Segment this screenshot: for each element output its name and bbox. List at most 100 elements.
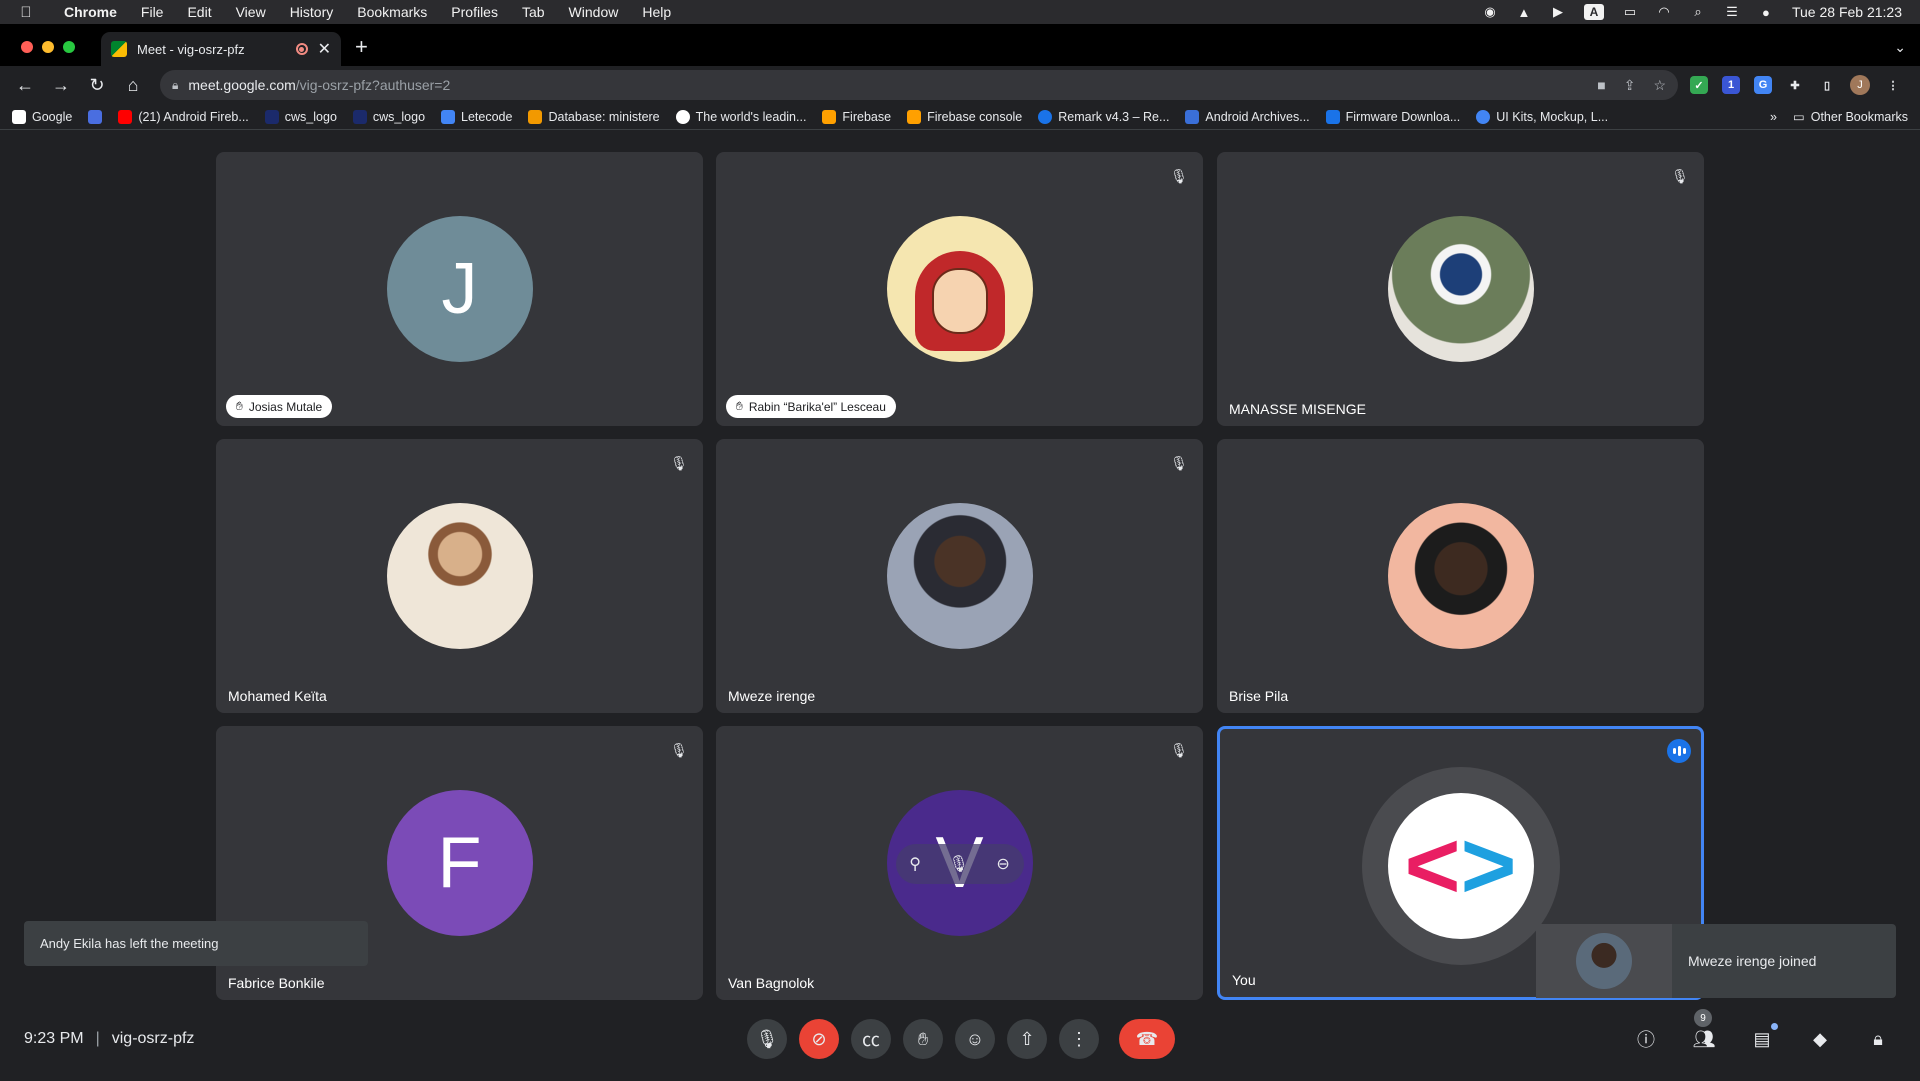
mic-off-icon: 🎙︎ <box>1170 454 1188 471</box>
menu-clock[interactable]: Tue 28 Feb 21:23 <box>1792 4 1902 20</box>
bookmark-item[interactable]: The world's leadin... <box>675 109 806 124</box>
menu-window[interactable]: Window <box>557 4 631 20</box>
back-button[interactable]: ← <box>10 70 40 100</box>
play-icon[interactable]: ▶ <box>1550 4 1566 19</box>
spotlight-search-icon[interactable]: ⌕ <box>1690 4 1706 19</box>
side-panel-tools: ⓘ 9 👥︎ ▤ ◆ 🔒︎ <box>1634 1009 1890 1051</box>
participant-avatar <box>1387 216 1534 362</box>
chrome-menu-icon[interactable]: ⋮ <box>1884 76 1902 94</box>
more-options-button[interactable]: ⋮ <box>1059 1019 1099 1059</box>
bookmark-item[interactable]: cws_logo <box>264 109 337 124</box>
browser-tab-meet[interactable]: Meet - vig-osrz-pfz ✕ <box>101 32 341 66</box>
camera-permission-icon[interactable]: ■ <box>1597 77 1605 94</box>
participant-tile[interactable]: 🎙︎ MANASSE MISENGE <box>1217 152 1704 426</box>
menu-history[interactable]: History <box>278 4 346 20</box>
address-bar[interactable]: 🔒︎ meet.google.com/vig-osrz-pfz?authuser… <box>160 70 1678 100</box>
forward-button[interactable]: → <box>46 70 76 100</box>
bookmark-item[interactable]: Database: ministere <box>528 109 660 124</box>
leave-call-button[interactable]: ☎︎ <box>1119 1019 1175 1059</box>
input-source-icon[interactable]: A <box>1583 4 1604 20</box>
android-archives-icon <box>1185 109 1200 124</box>
chat-button[interactable]: ▤ <box>1750 1023 1778 1051</box>
bookmark-item[interactable]: Firebase <box>822 109 891 124</box>
raise-hand-button[interactable]: ✋︎ <box>903 1019 943 1059</box>
tile-hover-controls: ⚲ 🎙︎ ⊖ <box>895 844 1024 884</box>
shield-extension-icon[interactable]: ✓ <box>1690 76 1708 94</box>
vlc-icon[interactable]: ▲ <box>1516 5 1532 20</box>
other-bookmarks-folder[interactable]: ▭ Other Bookmarks <box>1793 109 1908 125</box>
call-controls: 🎙︎ ⊘ ㏄ ✋︎ ☺ ⇧ ⋮ ☎︎ <box>747 1019 1175 1059</box>
participant-tile[interactable]: 🎙︎ Mweze irenge <box>716 439 1203 713</box>
menu-view[interactable]: View <box>224 4 278 20</box>
zoom-window-button[interactable] <box>63 41 75 53</box>
control-center-icon[interactable]: ☰ <box>1724 4 1740 19</box>
minimize-window-button[interactable] <box>42 41 54 53</box>
raised-hand-icon: ✋︎ <box>736 399 743 413</box>
macos-menu-bar:  Chrome File Edit View History Bookmark… <box>0 0 1920 24</box>
apple-menu-icon[interactable]:  <box>0 4 52 21</box>
bookmark-item[interactable]: UI Kits, Mockup, L... <box>1476 109 1608 124</box>
host-controls-button[interactable]: 🔒︎ <box>1866 1027 1890 1051</box>
mic-off-icon: 🎙︎ <box>1170 167 1188 184</box>
recording-indicator-icon <box>295 43 308 55</box>
microphone-button[interactable]: 🎙︎ <box>747 1019 787 1059</box>
bookmark-item[interactable]: cws_logo <box>352 109 425 124</box>
pin-icon[interactable]: ⚲ <box>909 854 921 874</box>
bookmark-item[interactable]: Remark v4.3 – Re... <box>1038 109 1169 124</box>
people-count-badge: 9 <box>1694 1009 1712 1027</box>
present-screen-button[interactable]: ⇧ <box>1007 1019 1047 1059</box>
ui-kits-icon <box>1476 109 1491 124</box>
remove-participant-icon[interactable]: ⊖ <box>996 854 1009 874</box>
new-tab-button[interactable]: + <box>341 34 382 66</box>
share-icon[interactable]: ⇪ <box>1624 77 1636 94</box>
menu-bookmarks[interactable]: Bookmarks <box>345 4 439 20</box>
puzzle-extensions-icon[interactable]: ✚ <box>1786 76 1804 94</box>
bookmark-item[interactable] <box>88 109 103 124</box>
captions-button[interactable]: ㏄ <box>851 1019 891 1059</box>
siri-icon[interactable]: ● <box>1758 5 1774 20</box>
battery-icon[interactable]: ▭ <box>1622 4 1638 19</box>
record-status-icon[interactable]: ◉ <box>1482 4 1498 19</box>
activities-button[interactable]: ◆ <box>1808 1027 1832 1051</box>
menu-file[interactable]: File <box>129 4 176 20</box>
bookmark-item[interactable]: Letecode <box>441 109 512 124</box>
joined-toast: Mweze irenge joined <box>1536 924 1896 998</box>
camera-off-button[interactable]: ⊘ <box>799 1019 839 1059</box>
bookmark-star-icon[interactable]: ☆ <box>1653 77 1666 94</box>
bookmarks-overflow-button[interactable]: » <box>1770 110 1777 124</box>
bookmark-item[interactable]: (21) Android Fireb... <box>118 109 249 124</box>
extensions-area: ✓ 1 G ✚ ▯ J ⋮ <box>1690 75 1910 95</box>
bookmark-item[interactable]: Firebase console <box>907 109 1022 124</box>
translate-extension-icon[interactable]: G <box>1754 76 1772 94</box>
tab-close-icon[interactable]: ✕ <box>318 39 331 59</box>
participant-tile[interactable]: V ⚲ 🎙︎ ⊖ 🎙︎ Van Bagnolok <box>716 726 1203 1000</box>
people-button[interactable]: 9 👥︎ <box>1692 1009 1716 1051</box>
reactions-button[interactable]: ☺ <box>955 1019 995 1059</box>
participant-tile[interactable]: Brise Pila <box>1217 439 1704 713</box>
home-button[interactable]: ⌂ <box>118 70 148 100</box>
meeting-info-button[interactable]: ⓘ <box>1634 1027 1658 1051</box>
mic-off-icon: 🎙︎ <box>670 741 688 758</box>
participant-tile[interactable]: J ✋︎ Josias Mutale <box>216 152 703 426</box>
wifi-icon[interactable]: ◠ <box>1656 4 1672 19</box>
bookmark-item[interactable]: Firmware Downloa... <box>1325 109 1460 124</box>
participant-tile[interactable]: 🎙︎ Mohamed Keïta <box>216 439 703 713</box>
bookmark-item[interactable]: Android Archives... <box>1185 109 1310 124</box>
menu-help[interactable]: Help <box>630 4 683 20</box>
menu-profiles[interactable]: Profiles <box>439 4 510 20</box>
bookmark-item[interactable]: Google <box>12 109 72 124</box>
close-window-button[interactable] <box>21 41 33 53</box>
menu-edit[interactable]: Edit <box>175 4 223 20</box>
lock-icon[interactable]: 🔒︎ <box>172 78 178 93</box>
mic-off-icon: 🎙︎ <box>1170 741 1188 758</box>
reload-button[interactable]: ↻ <box>82 70 112 100</box>
side-panel-icon[interactable]: ▯ <box>1818 76 1836 94</box>
tab-search-chevron-icon[interactable]: ⌄ <box>1880 39 1920 66</box>
profile-avatar[interactable]: J <box>1850 75 1870 95</box>
joined-participant-thumbnail <box>1536 924 1672 998</box>
menu-tab[interactable]: Tab <box>510 4 557 20</box>
mute-participant-icon[interactable]: 🎙︎ <box>948 854 968 874</box>
menu-app-name[interactable]: Chrome <box>52 4 129 20</box>
extension-icon[interactable]: 1 <box>1722 76 1740 94</box>
participant-tile[interactable]: 🎙︎ ✋︎ Rabin “Barika'el” Lesceau <box>716 152 1203 426</box>
